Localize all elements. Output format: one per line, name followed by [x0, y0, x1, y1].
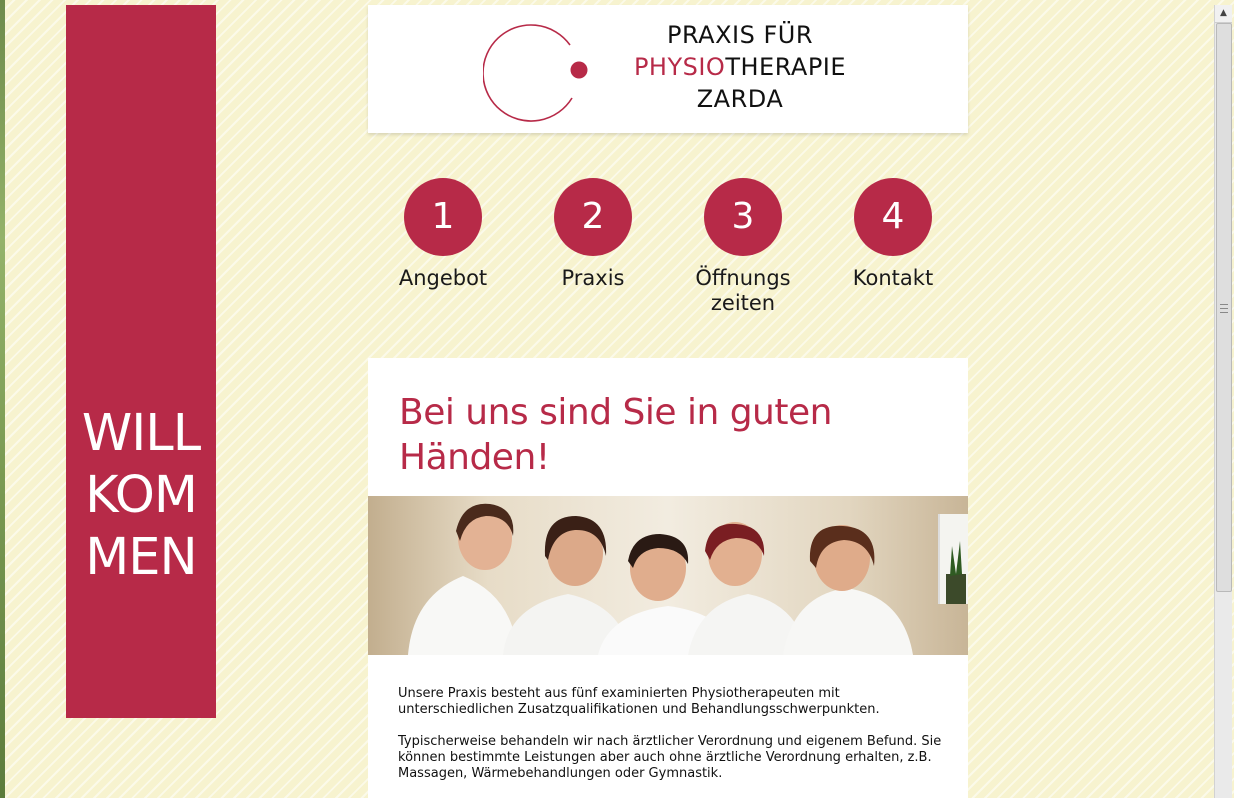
nav-label-line[interactable]: Praxis	[518, 266, 668, 291]
scrollbar-thumb[interactable]	[1216, 23, 1232, 592]
nav-label[interactable]: Praxis	[518, 266, 668, 291]
welcome-line: MEN	[85, 528, 197, 587]
nav-label-line[interactable]: Öffnungs	[668, 266, 818, 291]
headline-line: Händen!	[399, 437, 550, 478]
intro-text: Unsere Praxis besteht aus fünf examinier…	[398, 686, 943, 798]
nav-item-kontakt[interactable]: 4 Kontakt	[818, 178, 968, 291]
nav-number[interactable]: 2	[554, 178, 632, 256]
intro-paragraph: Unsere Praxis besteht aus fünf examinier…	[398, 686, 880, 717]
nav-label[interactable]: Angebot	[368, 266, 518, 291]
nav-label-line[interactable]: Kontakt	[818, 266, 968, 291]
nav-number[interactable]: 4	[854, 178, 932, 256]
site-header: PRAXIS FÜR PHYSIOTHERAPIE ZARDA	[368, 5, 968, 133]
nav-item-praxis[interactable]: 2 Praxis	[518, 178, 668, 291]
welcome-line: WILL	[81, 404, 201, 463]
team-photo-illustration	[408, 503, 966, 655]
logo-icon[interactable]	[483, 15, 593, 125]
logo-accent: PHYSIO	[633, 53, 726, 81]
nav-number[interactable]: 3	[704, 178, 782, 256]
nav-label[interactable]: Kontakt	[818, 266, 968, 291]
intro-paragraph: Typischerweise behandeln wir nach ärztli…	[398, 734, 942, 781]
nav-label-line[interactable]: zeiten	[668, 291, 818, 316]
nav-label-line[interactable]: Angebot	[368, 266, 518, 291]
team-photo	[368, 496, 968, 655]
logo-line: PHYSIOTHERAPIE	[630, 51, 850, 83]
logo-rest: THERAPIE	[725, 53, 847, 81]
vertical-scrollbar[interactable]: ▲	[1214, 5, 1232, 798]
main-content: Bei uns sind Sie in guten Händen! Unsere…	[368, 358, 968, 798]
nav-number[interactable]: 1	[404, 178, 482, 256]
logo-line: ZARDA	[696, 85, 784, 113]
scroll-up-arrow-icon[interactable]: ▲	[1215, 5, 1232, 23]
headline-line: Bei uns sind Sie in guten	[399, 392, 832, 433]
logo-line: PRAXIS FÜR	[666, 21, 814, 49]
scrollbar-grip-icon	[1220, 304, 1228, 313]
nav-item-angebot[interactable]: 1 Angebot	[368, 178, 518, 291]
nav-label[interactable]: Öffnungs zeiten	[668, 266, 818, 316]
browser-left-edge	[0, 0, 5, 798]
logo-text[interactable]: PRAXIS FÜR PHYSIOTHERAPIE ZARDA	[630, 19, 850, 115]
welcome-banner: WILL KOM MEN	[66, 5, 216, 718]
page-headline: Bei uns sind Sie in guten Händen!	[399, 390, 919, 480]
welcome-line: KOM	[85, 466, 198, 525]
welcome-text: WILL KOM MEN	[66, 403, 216, 589]
nav-item-oeffnungszeiten[interactable]: 3 Öffnungs zeiten	[668, 178, 818, 316]
